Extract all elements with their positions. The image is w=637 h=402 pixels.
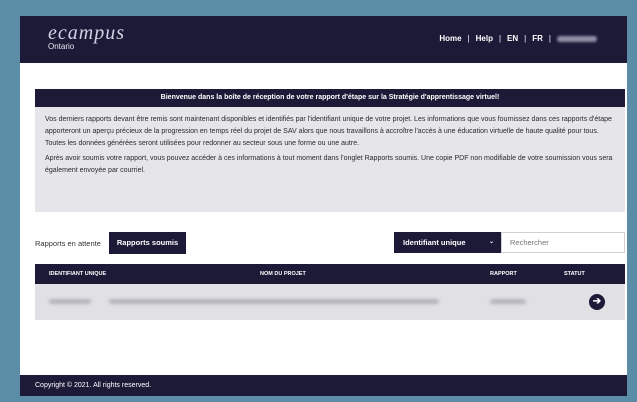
page-footer: Copyright © 2021. All rights reserved. [20,375,627,396]
info-paragraph: Vos derniers rapports devant être remis … [45,116,612,147]
tab-pending-reports[interactable]: Rapports en attente [35,239,109,248]
info-panel: Vos derniers rapports devant être remis … [35,107,625,212]
nav-separator: | [498,34,502,43]
app-window: ecampus Ontario Home | Help | EN | FR | … [20,16,627,396]
search-input[interactable] [501,232,625,253]
nav-help-link[interactable]: Help [476,34,493,43]
logo-wordmark: ecampus [48,22,125,44]
user-menu-redacted[interactable] [557,35,597,42]
column-header-project-name: NOM DU PROJET [260,271,306,277]
column-header-status: STATUT [564,271,585,277]
select-value: Identifiant unique [403,238,466,247]
ecampus-logo[interactable]: ecampus Ontario [48,22,125,51]
search-field-select[interactable]: Identifiant unique ⌄ [394,232,501,253]
nav-en-link[interactable]: EN [507,34,518,43]
top-navbar: ecampus Ontario Home | Help | EN | FR | [20,16,627,63]
nav-separator: | [467,34,470,43]
column-header-unique-id: IDENTIFIANT UNIQUE [49,271,107,277]
info-paragraph: Après avoir soumis votre rapport, vous p… [45,155,613,174]
redacted-report [490,299,526,304]
copyright-text: Copyright © 2021. All rights reserved. [35,382,152,389]
welcome-banner: Bienvenue dans la boîte de réception de … [35,89,625,107]
top-nav: Home | Help | EN | FR | [439,34,597,43]
nav-fr-link[interactable]: FR [532,34,543,43]
column-header-report: RAPPORT [490,271,517,277]
nav-home-link[interactable]: Home [439,34,461,43]
nav-separator: | [524,34,527,43]
nav-separator: | [548,34,551,43]
report-tabs: Rapports en attente Rapports soumis [35,232,187,254]
redacted-unique-id [49,299,91,304]
table-header: IDENTIFIANT UNIQUE NOM DU PROJET RAPPORT… [35,264,625,284]
redacted-project-name [109,299,439,304]
tab-submitted-reports[interactable]: Rapports soumis [108,232,187,254]
table-row[interactable]: ➔ [35,284,625,320]
chevron-down-icon: ⌄ [488,239,494,245]
arrow-right-circle-icon[interactable]: ➔ [589,294,605,310]
